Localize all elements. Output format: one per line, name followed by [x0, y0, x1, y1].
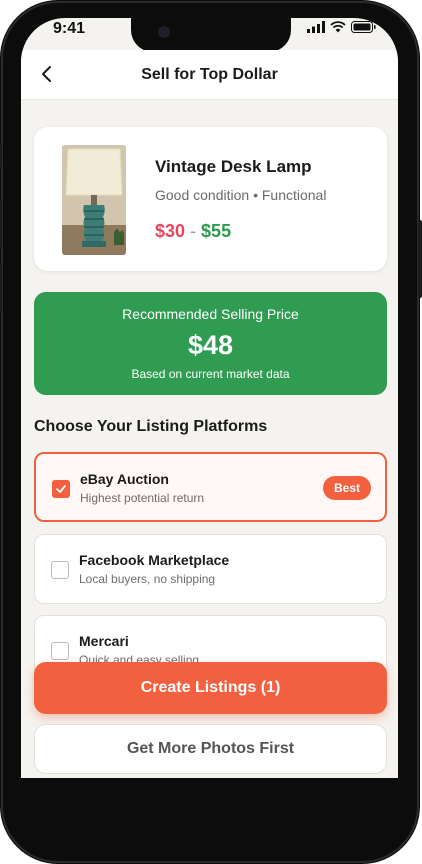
platform-name: Facebook Marketplace	[79, 552, 230, 568]
platform-name: eBay Auction	[80, 471, 169, 487]
price-separator: -	[190, 221, 197, 241]
recommended-price-card: Recommended Selling Price $48 Based on c…	[34, 292, 387, 395]
recommended-label: Recommended Selling Price	[122, 306, 299, 322]
checkbox-mercari[interactable]	[51, 642, 69, 660]
status-icons	[307, 21, 376, 33]
create-listings-button[interactable]: Create Listings (1)	[34, 662, 387, 714]
product-name: Vintage Desk Lamp	[155, 157, 312, 176]
recommended-price: $48	[187, 330, 234, 360]
price-range: $30- $55	[155, 221, 231, 242]
platform-name: Mercari	[79, 633, 129, 649]
product-image	[62, 145, 126, 255]
nav-header: Sell for Top Dollar	[21, 50, 398, 100]
platform-description: Local buyers, no shipping	[79, 572, 216, 586]
page-title: Sell for Top Dollar	[141, 66, 278, 83]
get-more-photos-button[interactable]: Get More Photos First	[34, 724, 387, 774]
recommended-subtitle: Based on current market data	[131, 367, 290, 381]
status-bar: 9:41	[21, 18, 398, 52]
platform-option-facebook[interactable]: Facebook Marketplace Local buyers, no sh…	[34, 534, 387, 604]
power-button	[418, 220, 422, 298]
checkbox-ebay[interactable]	[52, 480, 70, 498]
best-badge: Best	[322, 476, 371, 500]
platform-description: Highest potential return	[80, 491, 205, 505]
volume-down-button	[0, 262, 2, 314]
price-low: $30	[155, 221, 186, 241]
mute-switch	[0, 142, 2, 168]
dynamic-island	[131, 18, 291, 52]
platforms-heading: Choose Your Listing Platforms	[34, 418, 268, 435]
product-card: Vintage Desk Lamp Good condition • Funct…	[34, 127, 387, 271]
volume-up-button	[0, 198, 2, 250]
checkmark-icon	[56, 485, 66, 493]
platform-option-ebay[interactable]: eBay Auction Highest potential return Be…	[34, 452, 387, 522]
battery-icon	[351, 21, 376, 33]
app-screen: 9:41 Sell for Top Dollar Vintage Desk La…	[21, 18, 398, 778]
phone-frame: 9:41 Sell for Top Dollar Vintage Desk La…	[0, 0, 422, 864]
status-time: 9:41	[53, 20, 86, 37]
checkbox-facebook[interactable]	[51, 561, 69, 579]
signal-icon	[307, 21, 325, 33]
price-high: $55	[201, 221, 232, 241]
product-condition: Good condition • Functional	[155, 187, 327, 203]
wifi-icon	[330, 21, 346, 33]
camera-icon	[158, 26, 170, 38]
